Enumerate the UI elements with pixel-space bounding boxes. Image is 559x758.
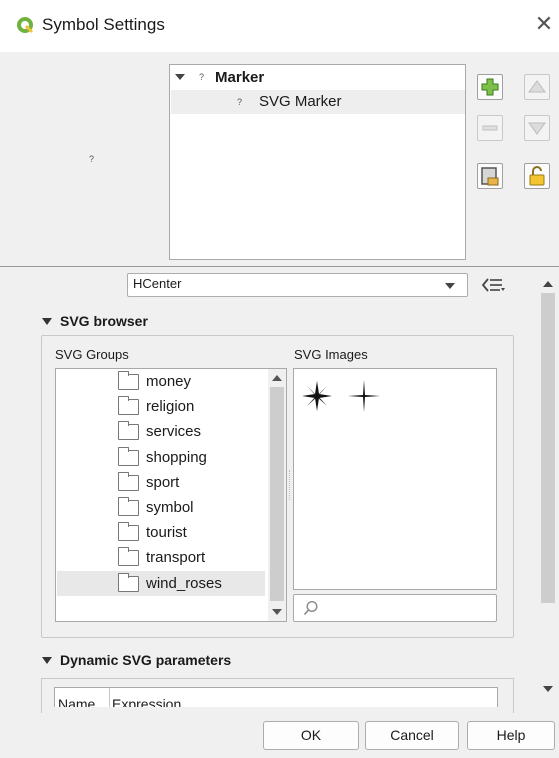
collapse-arrow-icon [42, 317, 52, 325]
move-down-icon [528, 122, 546, 135]
svg-group-item[interactable]: tourist [57, 520, 265, 545]
main-scroll-down-icon[interactable] [543, 686, 553, 692]
svg-images-label: SVG Images [294, 347, 368, 362]
cancel-button[interactable]: Cancel [365, 721, 459, 750]
svg-image-star-thin[interactable] [347, 379, 381, 413]
tree-row-marker[interactable]: ? Marker [175, 66, 264, 88]
svg-group-item[interactable]: services [57, 419, 265, 444]
svg-group-label: symbol [146, 499, 194, 516]
splitter[interactable] [0, 266, 559, 267]
svg-group-label: money [146, 373, 192, 390]
svg-group-item[interactable]: symbol [57, 495, 265, 520]
splitter-handle[interactable] [289, 470, 291, 500]
folder-icon [118, 572, 139, 592]
duplicate-layer-button[interactable] [477, 163, 503, 189]
dynamic-svg-title: Dynamic SVG parameters [60, 652, 232, 668]
help-button[interactable]: Help [467, 721, 555, 750]
add-layer-button[interactable] [477, 74, 503, 100]
main-scroll-up-icon[interactable] [543, 281, 553, 287]
folder-icon [118, 421, 139, 441]
folder-icon [118, 471, 139, 491]
data-defined-override-icon[interactable] [480, 276, 508, 294]
svg-group-item[interactable]: wind_roses [57, 570, 265, 596]
duplicate-layer-icon [481, 167, 499, 186]
tree-row-svg-marker[interactable]: ? SVG Marker [171, 90, 465, 114]
svg-groups-list[interactable]: money religion services shopping sport symbol… [55, 368, 287, 622]
qgis-logo-icon [17, 17, 34, 34]
svg-group-label: services [146, 423, 202, 441]
add-layer-icon [481, 78, 499, 96]
svg-group-item[interactable]: money [57, 369, 265, 394]
svg-group-label: shopping [146, 448, 207, 466]
column-name-label: Name [58, 696, 96, 707]
svg-group-label: transport [146, 549, 206, 567]
folder-icon [118, 522, 139, 542]
column-header-expression[interactable]: Expression [110, 688, 490, 707]
svg-search-input[interactable] [293, 594, 497, 622]
chevron-down-icon [445, 283, 455, 289]
groups-scrollbar-thumb[interactable] [270, 387, 284, 601]
svg-group-label: wind_roses [146, 574, 222, 592]
svg-image-star-4-point[interactable] [300, 379, 334, 413]
search-icon [303, 600, 318, 616]
dynamic-params-table[interactable]: Name Expression [54, 687, 498, 707]
svg-group-item[interactable]: religion [57, 394, 265, 419]
tree-label-svg-marker: SVG Marker [259, 93, 342, 110]
collapse-arrow-icon [42, 656, 52, 664]
remove-layer-button[interactable] [477, 115, 503, 141]
svg-groups-label: SVG Groups [55, 347, 129, 362]
marker-type-icon: ? [199, 72, 205, 82]
lock-icon [529, 166, 545, 186]
svg-browser-title: SVG browser [60, 313, 148, 329]
svg-group-item[interactable]: sport [57, 470, 265, 495]
column-expression-label: Expression [112, 696, 182, 707]
dynamic-svg-header[interactable]: Dynamic SVG parameters [42, 652, 231, 668]
svg-browser-header[interactable]: SVG browser [42, 313, 148, 329]
column-header-name[interactable]: Name [55, 688, 110, 707]
tree-label-marker: Marker [215, 68, 265, 86]
svg-marker-type-icon: ? [237, 97, 243, 107]
svg-group-label: sport [146, 473, 180, 491]
svg-group-item[interactable]: transport [57, 545, 265, 570]
folder-icon [118, 547, 139, 567]
folder-icon [118, 371, 139, 391]
folder-icon [118, 446, 139, 466]
svg-images-grid[interactable] [293, 368, 497, 590]
ok-button[interactable]: OK [263, 721, 359, 750]
symbol-preview-placeholder: ? [89, 154, 95, 164]
folder-icon [118, 497, 139, 517]
move-up-button[interactable] [524, 74, 550, 100]
window-title: Symbol Settings [42, 15, 165, 34]
svg-group-label: tourist [146, 524, 187, 542]
remove-layer-icon [482, 125, 498, 131]
groups-scrollbar[interactable] [268, 369, 286, 621]
move-up-icon [528, 80, 546, 93]
move-down-button[interactable] [524, 115, 550, 141]
expand-arrow-icon[interactable] [175, 74, 185, 80]
main-scrollbar-thumb[interactable] [541, 293, 555, 603]
lock-button[interactable] [524, 163, 550, 189]
close-icon[interactable]: ✕ [533, 14, 555, 36]
svg-group-label: religion [146, 398, 195, 416]
svg-group-item[interactable]: shopping [57, 445, 265, 470]
scroll-down-icon[interactable] [272, 609, 282, 615]
anchor-value: HCenter [133, 276, 182, 291]
scroll-up-icon[interactable] [272, 375, 282, 381]
folder-icon [118, 396, 139, 416]
